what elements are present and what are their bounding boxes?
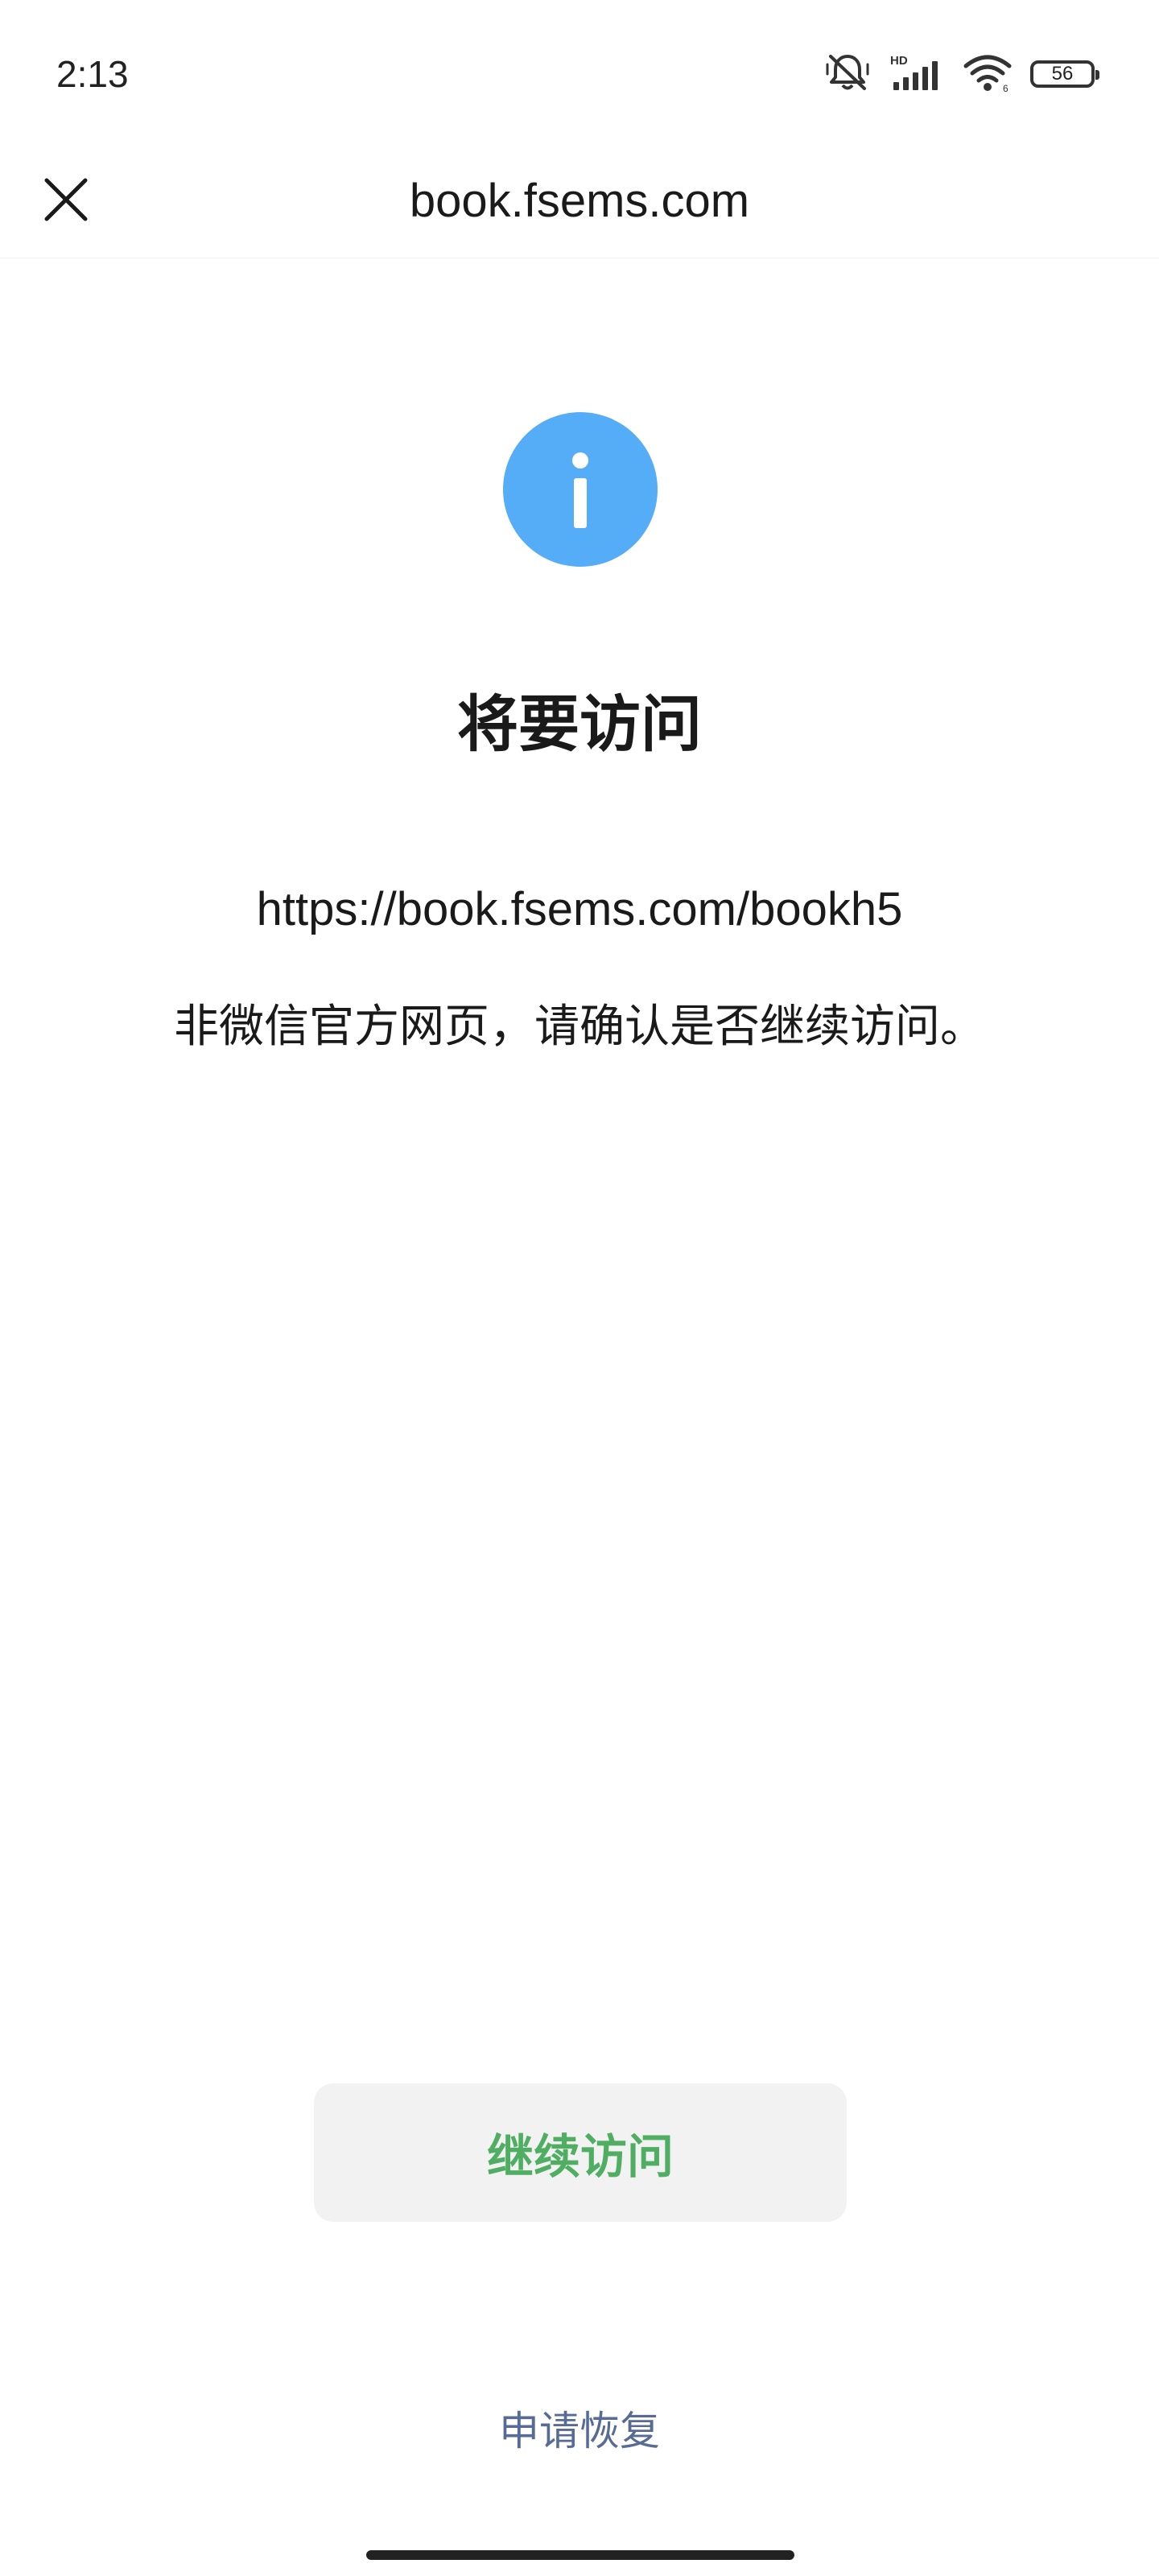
page-domain-title: book.fsems.com [409,175,750,227]
warning-message: 非微信官方网页，请确认是否继续访问。 [174,1001,985,1053]
status-bar: 2:13 HD 6 56 [0,0,1159,145]
hd-signal-icon: HD [889,52,945,97]
target-url: https://book.fsems.com/bookh5 [256,883,903,935]
battery-level: 56 [1051,63,1074,85]
home-indicator[interactable] [366,2550,794,2560]
status-icons: HD 6 56 [824,50,1099,98]
page-title: 将要访问 [457,688,702,760]
nav-bar: book.fsems.com [0,145,1159,258]
wifi-icon: 6 [963,52,1013,97]
status-time: 2:13 [56,53,129,95]
svg-text:6: 6 [1003,83,1008,93]
info-icon [503,412,658,567]
continue-visit-button[interactable]: 继续访问 [314,2083,847,2222]
battery-icon: 56 [1030,60,1099,88]
appeal-restore-link[interactable]: 申请恢复 [0,2403,1159,2459]
bell-muted-icon [824,52,871,97]
svg-text:HD: HD [890,54,908,68]
